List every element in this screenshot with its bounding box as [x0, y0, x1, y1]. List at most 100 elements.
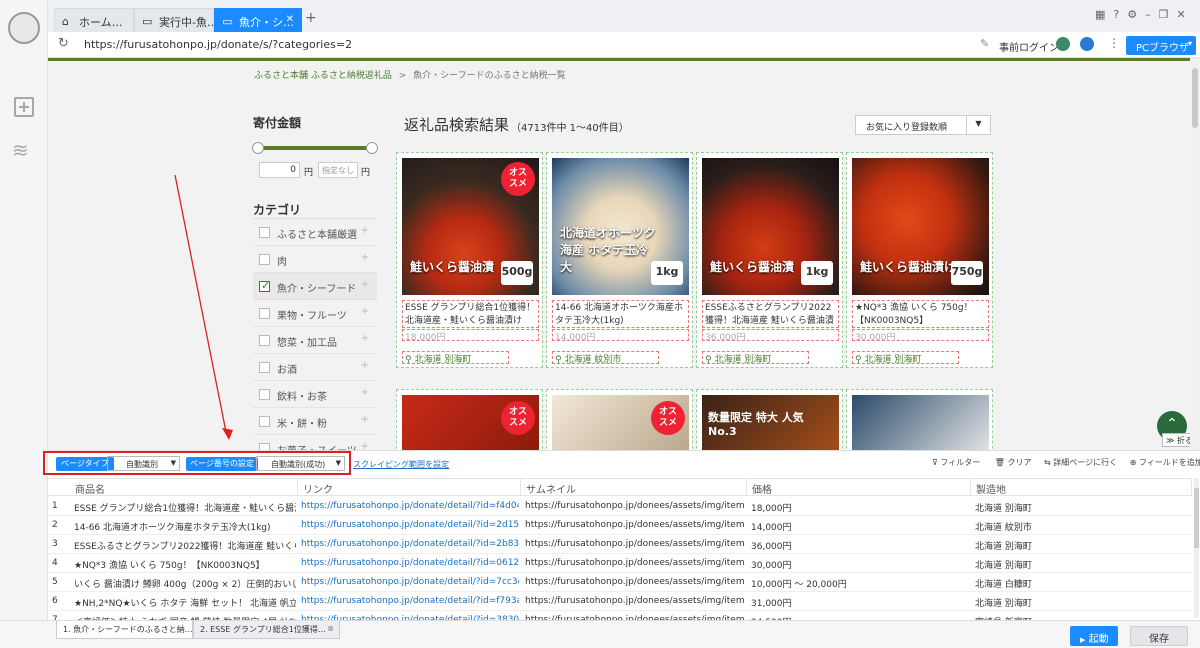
- expand-icon[interactable]: +: [361, 360, 369, 371]
- category-checkbox[interactable]: [259, 389, 270, 400]
- close-window-icon[interactable]: ✕: [1177, 8, 1194, 21]
- new-task-icon[interactable]: [14, 97, 34, 117]
- category-checkbox[interactable]: [259, 227, 270, 238]
- url-field[interactable]: https://furusatohonpo.jp/donate/s/?categ…: [84, 38, 352, 51]
- min-amount-input[interactable]: 0: [259, 162, 300, 178]
- product-image[interactable]: オス スメ: [552, 395, 689, 450]
- prelogin-button[interactable]: 事前ログイン: [999, 39, 1059, 54]
- category-item[interactable]: 飲料・お茶 +: [253, 381, 377, 408]
- table-row[interactable]: 4 ★NQ*3 漁協 いくら 750g！【NK0003NQ5】 https://fu…: [48, 554, 1192, 573]
- close-icon[interactable]: ⊗: [327, 624, 334, 633]
- product-title[interactable]: ★NQ*3 漁協 いくら 750g！【NK0003NQ5】: [852, 300, 989, 328]
- product-card[interactable]: 鮭いくら醤油漬 500g オス スメ ESSE グランプリ総合1位獲得！北海道産・鮭いく…: [396, 152, 543, 368]
- page-type-select[interactable]: 自動識別 ▼: [107, 456, 180, 471]
- table-cell[interactable]: https://furusatohonpo.jp/donate/detail/?…: [301, 558, 519, 568]
- product-card[interactable]: [846, 389, 993, 450]
- category-item[interactable]: 魚介・シーフード +: [253, 273, 377, 300]
- category-item[interactable]: お酒 +: [253, 354, 377, 381]
- table-row[interactable]: 6 ★NH,2*NQ★いくら ホタテ 海鮮 セット！ 北海道 帆立M 500g ……: [48, 592, 1192, 611]
- bottom-tab-1[interactable]: 1. 魚介・シーフードのふるさと納…: [56, 621, 193, 639]
- paging-select[interactable]: 自動識別(成功) ▼: [256, 456, 345, 471]
- column-header-location[interactable]: 製造地: [971, 478, 1192, 496]
- expand-icon[interactable]: +: [361, 225, 369, 236]
- minimize-icon[interactable]: –: [1145, 8, 1159, 21]
- column-header-price[interactable]: 価格: [747, 478, 971, 496]
- table-cell[interactable]: https://furusatohonpo.jp/donate/detail/?…: [301, 501, 519, 511]
- clear-button[interactable]: 🗑 クリア: [995, 458, 1032, 467]
- table-row[interactable]: 5 いくら 醤油漬け 鱒卵 400g（200g × 2）圧倒的おいしさ いくら… h…: [48, 573, 1192, 592]
- product-image[interactable]: [852, 395, 989, 450]
- category-checkbox[interactable]: [259, 335, 270, 346]
- table-row[interactable]: 3 ESSEふるさとグランプリ2022獲得！北海道産 鮭いくら醤油漬… https:…: [48, 535, 1192, 554]
- expand-icon[interactable]: +: [361, 414, 369, 425]
- category-checkbox[interactable]: [259, 362, 270, 373]
- table-cell[interactable]: https://furusatohonpo.jp/donate/detail/?…: [301, 539, 519, 549]
- table-cell[interactable]: https://furusatohonpo.jp/donate/detail/?…: [301, 596, 519, 606]
- product-card[interactable]: オス スメ: [396, 389, 543, 450]
- start-button[interactable]: ▶ 起動: [1070, 626, 1118, 646]
- column-header-name[interactable]: 商品名: [70, 478, 298, 496]
- product-image[interactable]: 数量限定 特大 人気No.3: [702, 395, 839, 450]
- pc-browser-button[interactable]: PCブラウザ ▾: [1126, 36, 1196, 55]
- column-header-thumbnail[interactable]: サムネイル: [521, 478, 747, 496]
- tab-running[interactable]: ▭ 実行中-魚…: [134, 8, 214, 32]
- table-scrollbar[interactable]: [1194, 478, 1199, 618]
- amount-slider[interactable]: [252, 142, 378, 154]
- expand-icon[interactable]: +: [361, 441, 369, 450]
- product-card[interactable]: 鮭いくら醤油漬 1kg ESSEふるさとグランプリ2022獲得！北海道産 鮭いくら醤…: [696, 152, 843, 368]
- new-tab-button[interactable]: +: [305, 10, 317, 26]
- category-item[interactable]: 米・餅・粉 +: [253, 408, 377, 435]
- restore-icon[interactable]: ❐: [1159, 8, 1177, 21]
- table-cell[interactable]: https://furusatohonpo.jp/donate/detail/?…: [301, 520, 519, 530]
- product-card[interactable]: 数量限定 特大 人気No.3: [696, 389, 843, 450]
- table-row[interactable]: 1 ESSE グランプリ総合1位獲得！北海道産・鮭いくら醤油漬け5… https:/…: [48, 497, 1192, 516]
- category-checkbox[interactable]: [259, 308, 270, 319]
- detail-button[interactable]: ⇆ 詳細ページに行く: [1044, 458, 1117, 467]
- max-amount-input[interactable]: 指定なし: [318, 162, 358, 178]
- scrape-range-link[interactable]: スクレイピング範囲を設定: [353, 459, 449, 470]
- expand-icon[interactable]: +: [361, 333, 369, 344]
- column-header-link[interactable]: リンク: [298, 478, 521, 496]
- close-icon[interactable]: ✕: [286, 14, 294, 25]
- product-image[interactable]: 鮭いくら醤油漬 500g オス スメ: [402, 158, 539, 295]
- add-field-button[interactable]: ⊕ フィールドを追加: [1130, 458, 1200, 467]
- category-checkbox[interactable]: [259, 254, 270, 265]
- scrollbar-thumb[interactable]: [1192, 68, 1198, 128]
- extension-icon-green[interactable]: [1056, 37, 1070, 51]
- slider-max-handle[interactable]: [366, 142, 378, 154]
- expand-icon[interactable]: +: [361, 252, 369, 263]
- extension-icon-blue[interactable]: [1080, 37, 1094, 51]
- category-item[interactable]: 肉 +: [253, 246, 377, 273]
- menu-icon[interactable]: ⋮: [1108, 36, 1120, 50]
- product-title[interactable]: ESSE グランプリ総合1位獲得！北海道産・鮭いくら醤油漬け500g…: [402, 300, 539, 328]
- fold-button[interactable]: ≫ 折る: [1162, 433, 1190, 447]
- product-image[interactable]: 鮭いくら醤油漬 1kg: [702, 158, 839, 295]
- expand-icon[interactable]: +: [361, 279, 369, 290]
- filter-button[interactable]: ⊽ フィルター: [932, 458, 980, 467]
- bottom-tab-2[interactable]: 2. ESSE グランプリ総合1位獲得… ⊗: [193, 621, 340, 639]
- category-checkbox[interactable]: [259, 279, 270, 292]
- tab-home[interactable]: ⌂ ホーム…: [54, 8, 134, 32]
- product-image[interactable]: 北海道オホーツク海産 ホタテ玉冷大 1kg: [552, 158, 689, 295]
- settings-icon[interactable]: ⚙: [1127, 8, 1145, 21]
- product-title[interactable]: 14-66 北海道オホーツク海産ホタテ玉冷大(1kg): [552, 300, 689, 328]
- tab-seafood[interactable]: ▭ 魚介・シ… ✕: [214, 8, 302, 32]
- product-image[interactable]: 鮭いくら醤油漬け 750g: [852, 158, 989, 295]
- slider-min-handle[interactable]: [252, 142, 264, 154]
- category-checkbox[interactable]: [259, 416, 270, 427]
- page-scrollbar[interactable]: [1190, 58, 1200, 450]
- table-cell[interactable]: https://furusatohonpo.jp/donate/detail/?…: [301, 577, 519, 587]
- help-icon[interactable]: ?: [1113, 8, 1127, 21]
- product-title[interactable]: ESSEふるさとグランプリ2022獲得！北海道産 鮭いくら醤油漬け…: [702, 300, 839, 328]
- table-row[interactable]: 2 14-66 北海道オホーツク海産ホタテ玉冷大(1kg) https://furu…: [48, 516, 1192, 535]
- product-card[interactable]: オス スメ: [546, 389, 693, 450]
- sort-select[interactable]: お気に入り登録数順 ▼: [855, 115, 991, 135]
- product-card[interactable]: 北海道オホーツク海産 ホタテ玉冷大 1kg 14-66 北海道オホーツク海産ホタテ玉…: [546, 152, 693, 368]
- category-item[interactable]: 惣菜・加工品 +: [253, 327, 377, 354]
- product-image[interactable]: オス スメ: [402, 395, 539, 450]
- gift-icon[interactable]: ▦: [1095, 8, 1113, 21]
- expand-icon[interactable]: +: [361, 387, 369, 398]
- category-item[interactable]: 果物・フルーツ +: [253, 300, 377, 327]
- layers-icon[interactable]: ≋: [12, 138, 29, 162]
- breadcrumb-home[interactable]: ふるさと本舗 ふるさと納税返礼品: [254, 71, 392, 81]
